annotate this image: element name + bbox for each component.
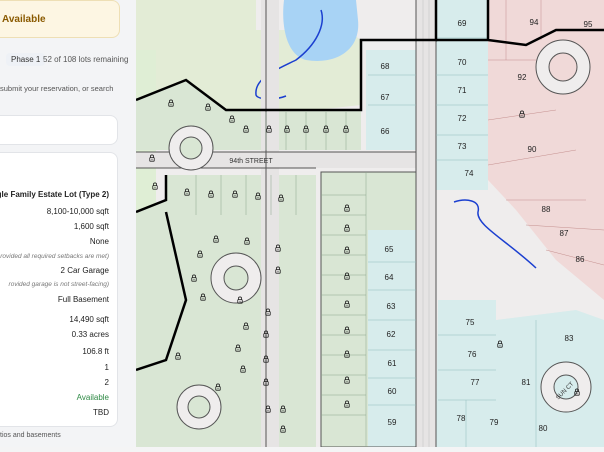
- lot-81[interactable]: 81: [522, 378, 531, 387]
- lot-92[interactable]: 92: [518, 73, 527, 82]
- phase-badge[interactable]: Phase 1: [6, 53, 46, 66]
- lot-67[interactable]: 67: [381, 93, 390, 102]
- lot-64[interactable]: 64: [385, 273, 394, 282]
- lot-83[interactable]: 83: [565, 334, 574, 343]
- lot-74[interactable]: 74: [465, 169, 474, 178]
- price: TBD: [93, 408, 109, 417]
- basement: Full Basement: [57, 295, 109, 304]
- garage: 2 Car Garage: [60, 266, 109, 275]
- lot-66[interactable]: 66: [381, 127, 390, 136]
- lot-79[interactable]: 79: [490, 418, 499, 427]
- lot-80[interactable]: 80: [539, 424, 548, 433]
- lot-86[interactable]: 86: [576, 255, 585, 264]
- lot-73[interactable]: 73: [458, 142, 467, 151]
- lot-88[interactable]: 88: [542, 205, 551, 214]
- phase-row: Phase 1 52 of 108 lots remaining: [0, 50, 136, 70]
- footer-note: tios and basements: [0, 432, 61, 439]
- home-size: 8,100-10,000 sqft: [46, 207, 109, 216]
- lot-block-68-66: [366, 50, 416, 150]
- lot-90[interactable]: 90: [528, 145, 537, 154]
- lot-71[interactable]: 71: [458, 86, 467, 95]
- lot-type: ngle Family Estate Lot (Type 2): [0, 190, 109, 199]
- lot-sqft: 14,490 sqft: [69, 315, 109, 324]
- site-plan-map[interactable]: 94th STREET SUN CT 69 70 71 72 73 74 68 …: [135, 0, 604, 448]
- road-main: [416, 0, 436, 447]
- lot-63[interactable]: 63: [387, 302, 396, 311]
- lot-87[interactable]: 87: [560, 229, 569, 238]
- lot-76[interactable]: 76: [468, 350, 477, 359]
- value-1: 1: [104, 363, 109, 372]
- min-size: 1,600 sqft: [73, 222, 109, 231]
- lot-70[interactable]: 70: [458, 58, 467, 67]
- garage-note: rovided garage is not street-facing): [8, 281, 109, 288]
- road-west: [261, 0, 279, 447]
- setback-note: rovided all required setbacks are met): [0, 253, 109, 260]
- lots-remaining: 52 of 108 lots remaining: [43, 55, 129, 64]
- value-2: 2: [104, 378, 109, 387]
- lot-95[interactable]: 95: [584, 20, 593, 29]
- lot-62[interactable]: 62: [387, 330, 396, 339]
- lot-72[interactable]: 72: [458, 114, 467, 123]
- lot-65[interactable]: 65: [385, 245, 394, 254]
- search-card[interactable]: [0, 115, 118, 145]
- lot-75[interactable]: 75: [466, 318, 475, 327]
- status-available: Available: [76, 393, 109, 402]
- lot-59[interactable]: 59: [388, 418, 397, 427]
- street-label-94th: 94th STREET: [229, 158, 273, 165]
- lot-acres: 0.33 acres: [71, 330, 109, 339]
- lot-details-card: ngle Family Estate Lot (Type 2) 8,100-10…: [0, 152, 118, 427]
- lot-60[interactable]: 60: [388, 387, 397, 396]
- lot-block-southwest: [136, 175, 316, 447]
- availability-banner-text: Available: [2, 14, 46, 25]
- lot-94[interactable]: 94: [530, 18, 539, 27]
- lot-68[interactable]: 68: [381, 62, 390, 71]
- restriction: None: [89, 237, 109, 246]
- availability-banner: Available: [0, 0, 120, 38]
- lot-block-69-74: [436, 0, 488, 190]
- lot-frontage: 106.8 ft: [82, 347, 109, 356]
- lot-69[interactable]: 69: [458, 19, 467, 28]
- lot-detail-panel: Available Phase 1 52 of 108 lots remaini…: [0, 0, 136, 447]
- lot-61[interactable]: 61: [388, 359, 397, 368]
- lot-77[interactable]: 77: [471, 378, 480, 387]
- lot-78[interactable]: 78: [457, 414, 466, 423]
- instructions-text: submit your reservation, or search: [0, 84, 114, 93]
